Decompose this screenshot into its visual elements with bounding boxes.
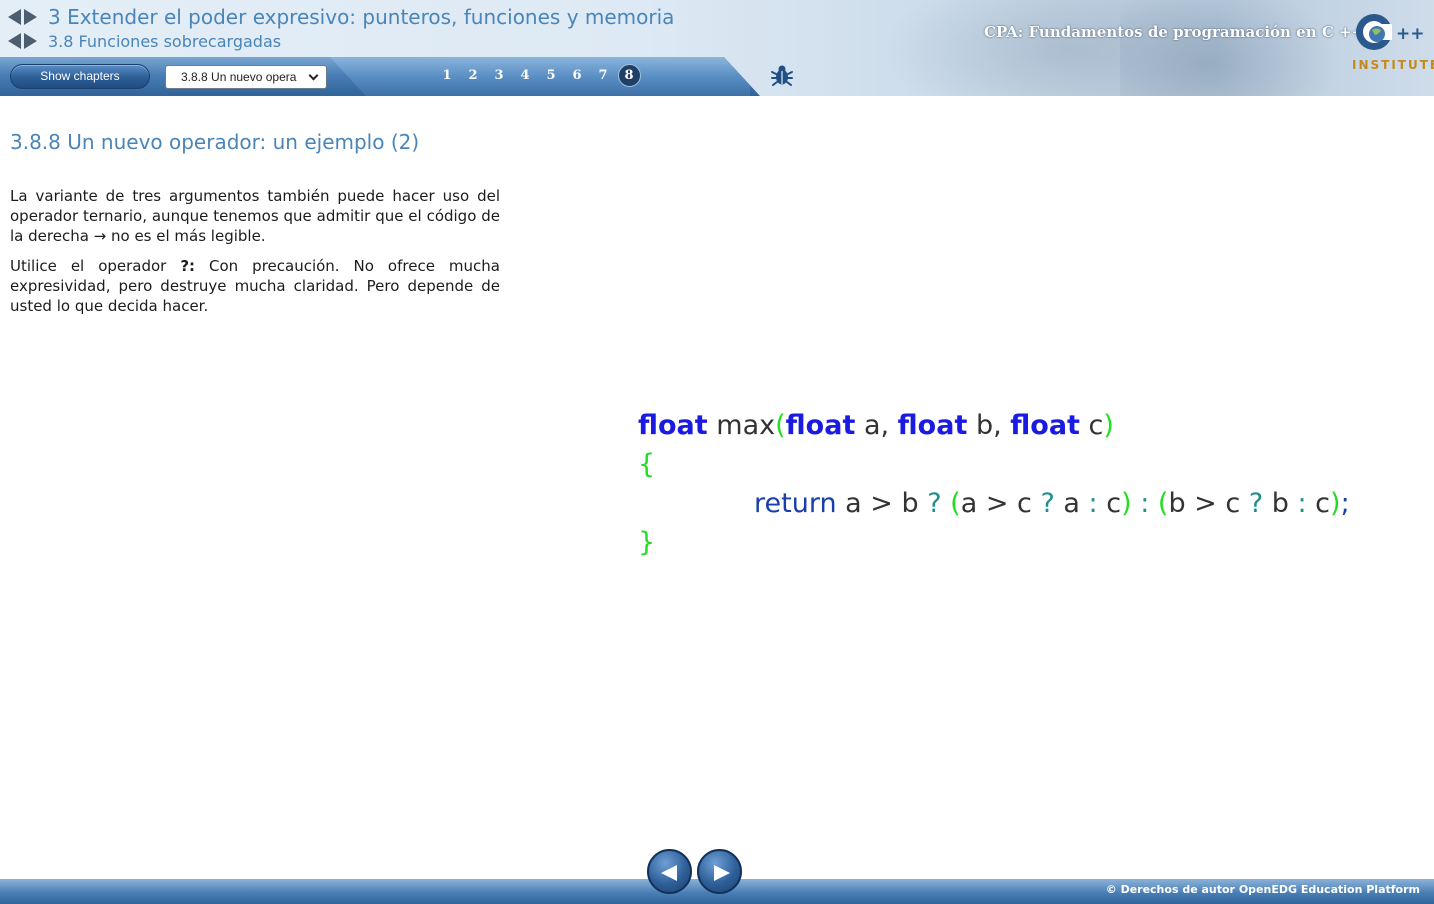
left-arrow-icon bbox=[661, 865, 677, 881]
header-background-image-2 bbox=[1120, 0, 1340, 96]
text-block: La variante de tres argumentos también p… bbox=[10, 186, 500, 326]
svg-text:++: ++ bbox=[1396, 24, 1425, 44]
page-8-link-active[interactable]: 8 bbox=[616, 64, 642, 88]
logo-text: INSTITUTE bbox=[1352, 58, 1434, 72]
previous-page-button[interactable] bbox=[647, 849, 692, 894]
page-2-link[interactable]: 2 bbox=[460, 64, 486, 88]
paragraph-2: Utilice el operador ?: Con precaución. N… bbox=[10, 257, 500, 315]
prev-chapter-icon[interactable] bbox=[8, 9, 21, 25]
next-section-icon[interactable] bbox=[24, 33, 37, 49]
page-7-link[interactable]: 7 bbox=[590, 64, 616, 88]
page-heading: 3.8.8 Un nuevo operador: un ejemplo (2) bbox=[10, 130, 420, 154]
page-4-link[interactable]: 4 bbox=[512, 64, 538, 88]
prev-section-icon[interactable] bbox=[8, 33, 21, 49]
chapter-title: 3 Extender el poder expresivo: punteros,… bbox=[48, 5, 675, 29]
bug-icon[interactable] bbox=[770, 63, 794, 87]
code-line-3: return a > b ? (a > c ? a : c) : (b > c … bbox=[754, 488, 1350, 519]
code-line-4: } bbox=[638, 527, 656, 558]
next-page-button[interactable] bbox=[697, 849, 742, 894]
page-1-link[interactable]: 1 bbox=[434, 64, 460, 88]
copyright-text: © Derechos de autor OpenEDG Education Pl… bbox=[1105, 883, 1420, 896]
right-arrow-icon bbox=[714, 865, 730, 881]
chapter-nav bbox=[8, 9, 37, 25]
show-chapters-button[interactable]: Show chapters bbox=[10, 64, 150, 89]
paragraph-1: La variante de tres argumentos también p… bbox=[10, 187, 500, 245]
page-5-link[interactable]: 5 bbox=[538, 64, 564, 88]
page-6-link[interactable]: 6 bbox=[564, 64, 590, 88]
page-pager: 1 2 3 4 5 6 7 8 bbox=[434, 64, 642, 88]
chapter-select[interactable]: 3.8.8 Un nuevo opera bbox=[165, 65, 327, 89]
chevron-down-icon bbox=[308, 70, 319, 81]
course-title: CPA: Fundamentos de programación en C ++ bbox=[984, 23, 1365, 41]
section-title: 3.8 Funciones sobrecargadas bbox=[48, 32, 282, 51]
page-3-link[interactable]: 3 bbox=[486, 64, 512, 88]
code-line-1: float max(float a, float b, float c) bbox=[638, 410, 1114, 441]
code-sample: float max(float a, float b, float c) { ret… bbox=[638, 406, 1350, 562]
next-chapter-icon[interactable] bbox=[24, 9, 37, 25]
chapter-select-value: 3.8.8 Un nuevo opera bbox=[181, 70, 297, 84]
code-line-2: { bbox=[638, 449, 656, 480]
ternary-operator-text: ?: bbox=[180, 257, 196, 275]
section-nav bbox=[8, 33, 37, 49]
